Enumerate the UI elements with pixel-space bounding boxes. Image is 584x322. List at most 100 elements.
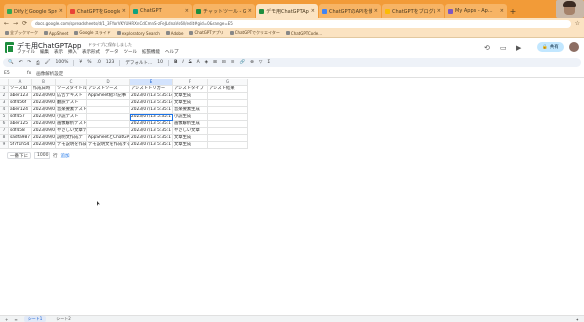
add-rows-button[interactable]: 一番下に (7, 152, 31, 159)
table-cell[interactable]: やさしい文章 (173, 128, 208, 135)
table-cell[interactable] (208, 114, 248, 121)
table-cell[interactable]: 文章生成 (173, 100, 208, 107)
browser-tab[interactable]: ChatGPTをブログに...× (382, 4, 444, 18)
bookmark-item[interactable]: ChatGPTCode... (285, 31, 322, 36)
add-rows-link[interactable]: 追加 (61, 153, 70, 159)
link-icon[interactable]: 🔗 (239, 60, 245, 65)
table-cell[interactable] (87, 100, 130, 107)
table-cell[interactable]: aber125 (9, 121, 32, 128)
table-cell[interactable]: 2023/07/13 5:35:1 (130, 135, 173, 142)
table-cell[interactable]: 文章生成 (173, 93, 208, 100)
comment-icon[interactable]: ▭ (500, 44, 507, 52)
row-number[interactable]: 9 (0, 142, 9, 149)
bold-icon[interactable]: B (174, 60, 177, 65)
table-cell[interactable]: aber123 (9, 93, 32, 100)
text-color-icon[interactable]: A (197, 60, 200, 65)
table-cell[interactable]: アシストソース (87, 86, 130, 93)
star-icon[interactable]: ☆ (575, 20, 580, 27)
table-cell[interactable]: sdf458 (9, 128, 32, 135)
row-number[interactable]: 6 (0, 121, 9, 128)
table-cell[interactable] (208, 128, 248, 135)
table-cell[interactable]: 2023/07/13 5:35:1 (130, 142, 173, 149)
table-cell[interactable]: アシスト結果 (208, 86, 248, 93)
menu-item[interactable]: ツール (124, 49, 138, 55)
table-cell[interactable]: 2023/09/06 (32, 107, 56, 114)
bookmark-item[interactable]: AppSheet (44, 31, 68, 36)
bookmark-item[interactable]: 全ブックマーク (5, 30, 38, 36)
table-cell[interactable]: 文章生成 (173, 142, 208, 149)
table-cell[interactable] (87, 128, 130, 135)
function-icon[interactable]: Σ (267, 60, 270, 65)
paint-format-icon[interactable]: 🖌 (45, 60, 51, 65)
table-cell[interactable]: アシストタイプ (173, 86, 208, 93)
table-cell[interactable]: アシストトリガー (130, 86, 173, 93)
table-cell[interactable] (208, 93, 248, 100)
table-cell[interactable]: 説明文作成テ (56, 135, 87, 142)
table-cell[interactable]: 2023/07/13 5:35:14 (130, 100, 173, 107)
formula-input[interactable]: 画像解析設定 (36, 71, 63, 77)
redo-icon[interactable]: ↷ (27, 60, 31, 65)
table-cell[interactable]: 広告テキスト (56, 93, 87, 100)
sheet-tab[interactable]: シート1 (23, 316, 47, 322)
table-cell[interactable]: AppSheetとChatGPTで (87, 135, 130, 142)
comment-add-icon[interactable]: ⊕ (250, 60, 254, 65)
browser-tab[interactable]: DifyとGoogle Spreadsheet× (4, 4, 66, 18)
table-cell[interactable]: 2023/09/06 (32, 142, 56, 149)
table-cell[interactable]: 2023/09/06 (32, 128, 56, 135)
bookmark-item[interactable]: Google スライド (74, 30, 111, 36)
add-rows-count[interactable]: 1000 (34, 152, 50, 159)
browser-tab[interactable]: ChatGPTをGoogle...× (67, 4, 129, 18)
url-input[interactable]: docs.google.com/spreadsheets/d/1_3FYorVK… (31, 19, 571, 28)
search-menus-icon[interactable]: 🔍 (8, 60, 14, 65)
new-tab-icon[interactable]: + (508, 4, 518, 18)
column-header[interactable]: F (173, 79, 208, 86)
percent-icon[interactable]: % (87, 60, 91, 65)
table-cell[interactable]: 画像解析生成 (173, 121, 208, 128)
table-cell[interactable]: 画像解析テスト (56, 121, 87, 128)
table-cell[interactable] (208, 100, 248, 107)
table-cell[interactable]: 小説生成 (173, 114, 208, 121)
browser-tab[interactable]: ChatGPT × (130, 4, 192, 18)
table-cell[interactable]: デモ説明文を作成する (87, 142, 130, 149)
menu-item[interactable]: データ (105, 49, 119, 55)
table-cell[interactable]: aber124 (9, 107, 32, 114)
browser-tab[interactable]: My Apps - Ap... × (445, 4, 507, 18)
table-cell[interactable]: 2023/09/06 (32, 100, 56, 107)
back-icon[interactable]: ← (4, 20, 9, 27)
table-cell[interactable]: 小説テスト (56, 114, 87, 121)
row-number[interactable]: 8 (0, 135, 9, 142)
close-icon[interactable]: × (311, 8, 315, 14)
row-number[interactable]: 3 (0, 100, 9, 107)
browser-tab[interactable]: ChatGPTのAPIを使ったア...× (319, 4, 381, 18)
align-icon[interactable]: ≡ (231, 60, 235, 65)
table-cell[interactable]: 音楽要素テスト (56, 107, 87, 114)
share-button[interactable]: 🔒 共有 (537, 42, 564, 52)
menu-item[interactable]: ファイル (17, 49, 35, 55)
close-icon[interactable]: × (374, 8, 378, 14)
close-icon[interactable]: × (437, 8, 441, 14)
currency-icon[interactable]: ¥ (79, 60, 82, 65)
table-cell[interactable]: 2023/07/13 5:35:1 (130, 121, 173, 128)
row-number[interactable]: 1 (0, 86, 9, 93)
add-sheet-icon[interactable]: + (5, 317, 8, 322)
bookmark-item[interactable]: Adobe (165, 31, 183, 36)
table-cell[interactable] (208, 121, 248, 128)
reload-icon[interactable]: ⟳ (22, 20, 27, 27)
borders-icon[interactable]: ⊞ (213, 60, 217, 65)
close-icon[interactable]: × (122, 8, 126, 14)
menu-item[interactable]: 表示 (54, 49, 63, 55)
sheets-logo-icon[interactable] (5, 42, 14, 53)
table-cell[interactable]: sdf457 (9, 114, 32, 121)
menu-item[interactable]: 挿入 (68, 49, 77, 55)
bookmark-item[interactable]: ChatGPTでクリエイター (229, 30, 280, 36)
filter-icon[interactable]: ▽ (259, 60, 262, 65)
name-box[interactable]: E5 (4, 71, 22, 76)
table-cell[interactable] (208, 107, 248, 114)
column-header[interactable]: C (56, 79, 87, 86)
browser-tab[interactable]: チャットツール - Google ...× (193, 4, 255, 18)
table-cell[interactable]: 作成日時 (32, 86, 56, 93)
table-cell[interactable]: 5f7f1h54 (9, 142, 32, 149)
table-cell[interactable]: 2023/07/13 5:35:14 (130, 93, 173, 100)
undo-icon[interactable]: ↶ (19, 60, 23, 65)
table-cell[interactable]: デモ説明を作成 (56, 142, 87, 149)
